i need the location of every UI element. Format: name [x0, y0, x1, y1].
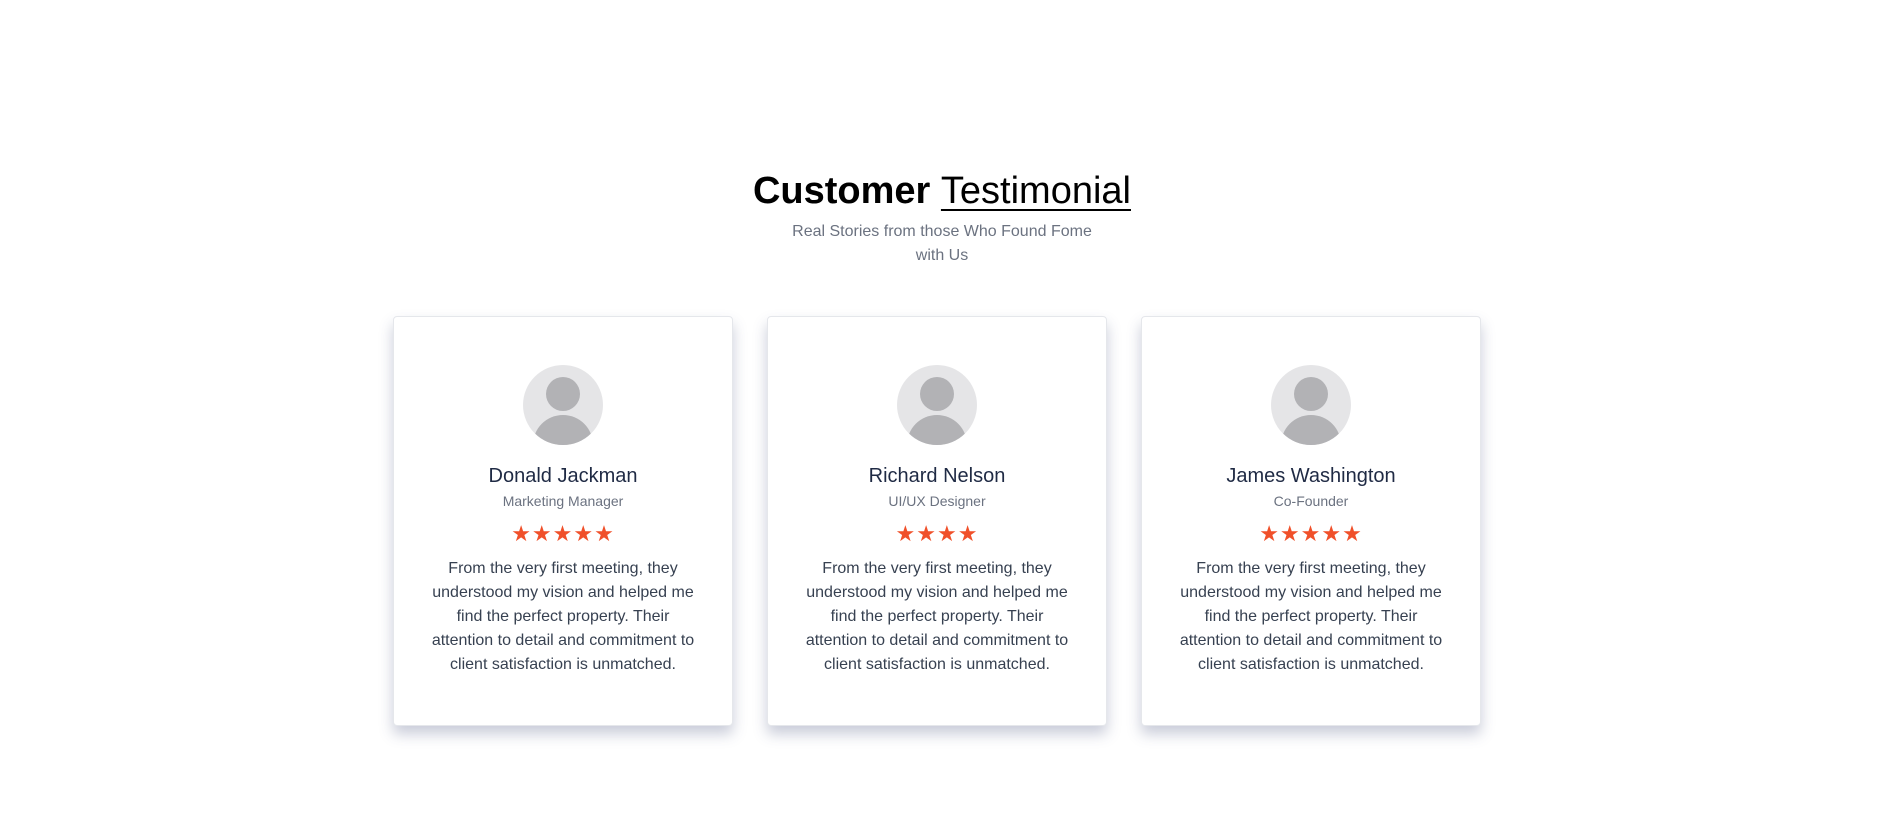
avatar-head	[920, 377, 954, 411]
testimonials-section: Customer Testimonial Real Stories from t…	[0, 0, 1884, 839]
testimonial-role: Marketing Manager	[502, 493, 624, 509]
testimonial-name: Donald Jackman	[488, 465, 638, 487]
avatar-body	[533, 415, 593, 445]
testimonial-card: Donald Jackman Marketing Manager ★★★★★ F…	[393, 316, 733, 726]
user-placeholder-icon	[1271, 365, 1351, 445]
testimonial-cards: Donald Jackman Marketing Manager ★★★★★ F…	[393, 316, 1493, 726]
testimonial-name: Richard Nelson	[868, 465, 1006, 487]
section-subtitle: Real Stories from those Who Found Fome w…	[792, 223, 1092, 264]
star-rating-icon: ★★★★★	[1259, 521, 1363, 546]
star-rating-icon: ★★★★	[895, 521, 979, 546]
section-title: Customer Testimonial	[0, 168, 1884, 214]
testimonial-quote: From the very first meeting, they unders…	[431, 560, 695, 673]
user-placeholder-icon	[523, 365, 603, 445]
testimonial-role: Co-Founder	[1273, 493, 1349, 509]
testimonial-quote: From the very first meeting, they unders…	[805, 560, 1069, 673]
avatar-head	[546, 377, 580, 411]
testimonial-role: UI/UX Designer	[888, 493, 986, 509]
avatar-body	[907, 415, 967, 445]
avatar-body	[1281, 415, 1341, 445]
testimonial-name: James Washington	[1226, 465, 1396, 487]
testimonial-card: James Washington Co-Founder ★★★★★ From t…	[1141, 316, 1481, 726]
section-title-underlined: Testimonial	[940, 170, 1131, 212]
testimonial-quote: From the very first meeting, they unders…	[1179, 560, 1443, 673]
testimonial-card: Richard Nelson UI/UX Designer ★★★★ From …	[767, 316, 1107, 726]
section-title-bold: Customer	[752, 170, 931, 212]
star-rating-icon: ★★★★★	[511, 521, 615, 546]
user-placeholder-icon	[897, 365, 977, 445]
avatar-head	[1294, 377, 1328, 411]
